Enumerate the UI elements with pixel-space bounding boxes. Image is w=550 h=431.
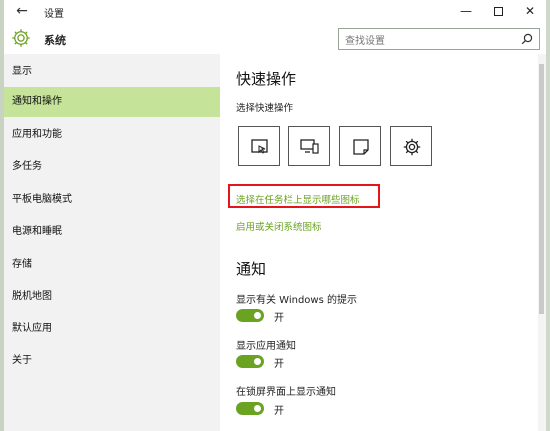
sidebar-item-display[interactable]: 显示 — [4, 57, 220, 87]
quick-actions-heading: 快速操作 — [236, 70, 297, 88]
sidebar-item-default-apps[interactable]: 默认应用 — [4, 314, 220, 344]
toggle-windows-tips[interactable] — [236, 309, 264, 322]
desktop-edge-right — [546, 0, 550, 431]
settings-header: 系统 — [4, 24, 546, 54]
search-input[interactable] — [339, 31, 514, 52]
maximize-icon — [493, 7, 503, 16]
section-title: 系统 — [44, 34, 66, 47]
sidebar-item-tablet-mode[interactable]: 平板电脑模式 — [4, 185, 220, 215]
quick-actions-subtitle: 选择快速操作 — [236, 103, 294, 114]
settings-window: ← 设置 — ✕ 系统 显示 通知和操作 应用和功能 多任务 平板电脑模式 — [4, 0, 546, 431]
toggle-app-notifications[interactable] — [236, 355, 264, 368]
sidebar-item-storage[interactable]: 存储 — [4, 250, 220, 280]
back-arrow-icon[interactable]: ← — [14, 3, 30, 19]
sidebar-item-notifications[interactable]: 通知和操作 — [4, 87, 220, 117]
quick-action-connect[interactable] — [288, 126, 330, 166]
sidebar-item-about[interactable]: 关于 — [4, 346, 220, 376]
quick-action-tablet-mode[interactable] — [238, 126, 280, 166]
toggle-label-lockscreen: 在锁屏界面上显示通知 — [236, 387, 336, 398]
link-system-icons[interactable]: 启用或关闭系统图标 — [236, 219, 322, 233]
sidebar-item-apps[interactable]: 应用和功能 — [4, 120, 220, 150]
link-taskbar-icons[interactable]: 选择在任务栏上显示哪些图标 — [236, 192, 360, 206]
connect-icon — [300, 139, 319, 154]
search-box[interactable] — [338, 28, 540, 52]
close-button[interactable]: ✕ — [514, 0, 546, 24]
main-content: 快速操作 选择快速操作 选择在任务栏上显示哪些图标 启用或关闭系统图标 通知 显… — [220, 54, 546, 431]
settings-gear-icon — [403, 138, 421, 156]
toggle-state-lockscreen: 开 — [274, 406, 284, 417]
search-icon[interactable] — [521, 33, 533, 45]
gear-icon — [12, 29, 30, 47]
toggle-knob — [254, 358, 261, 365]
toggle-knob — [254, 405, 261, 412]
minimize-button[interactable]: — — [450, 0, 482, 24]
toggle-state-app-notifications: 开 — [274, 359, 284, 370]
sidebar-item-multitasking[interactable]: 多任务 — [4, 152, 220, 182]
toggle-lockscreen[interactable] — [236, 402, 264, 415]
quick-action-settings[interactable] — [390, 126, 432, 166]
sidebar: 显示 通知和操作 应用和功能 多任务 平板电脑模式 电源和睡眠 存储 脱机地图 … — [4, 54, 220, 431]
window-title: 设置 — [44, 9, 64, 20]
toggle-knob — [254, 312, 261, 319]
scrollbar[interactable] — [538, 54, 546, 431]
quick-action-note[interactable] — [339, 126, 381, 166]
notifications-heading: 通知 — [236, 260, 267, 278]
sidebar-item-offline-maps[interactable]: 脱机地图 — [4, 282, 220, 312]
toggle-label-app-notifications: 显示应用通知 — [236, 341, 296, 352]
tablet-mode-icon — [251, 139, 268, 154]
note-icon — [353, 139, 369, 155]
maximize-button[interactable] — [482, 0, 514, 24]
toggle-label-windows-tips: 显示有关 Windows 的提示 — [236, 295, 357, 306]
title-bar: ← 设置 — ✕ — [4, 0, 546, 24]
sidebar-item-power-sleep[interactable]: 电源和睡眠 — [4, 217, 220, 247]
scrollbar-thumb[interactable] — [539, 64, 544, 314]
toggle-state-windows-tips: 开 — [274, 313, 284, 324]
